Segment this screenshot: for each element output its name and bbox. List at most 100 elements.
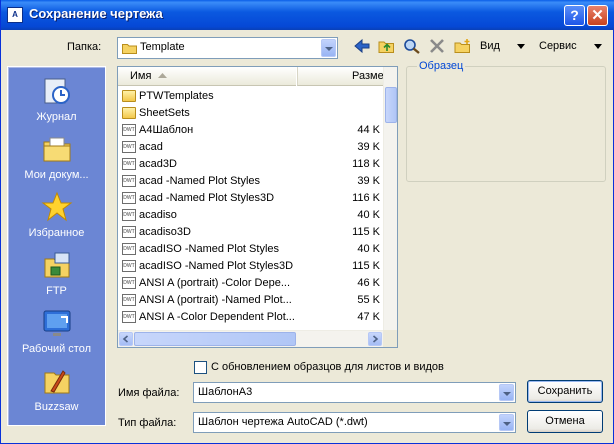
- file-name: acad: [139, 141, 163, 153]
- file-list[interactable]: Имя Разме PTWTemplates SheetSets DWT A4Шабл…: [117, 66, 398, 348]
- file-name: acadISO -Named Plot Styles3D: [139, 260, 294, 272]
- vertical-scrollbar[interactable]: [383, 67, 397, 330]
- file-size: 44 K: [357, 124, 380, 136]
- file-row[interactable]: DWT acad -Named Plot Styles3D 116 K: [118, 190, 383, 207]
- help-button[interactable]: ?: [564, 5, 585, 26]
- dwg-file-icon: DWT: [122, 209, 136, 221]
- delete-icon[interactable]: [427, 38, 447, 56]
- file-size: 40 K: [357, 209, 380, 221]
- place-desktop[interactable]: Рабочий стол: [8, 307, 105, 363]
- new-folder-icon[interactable]: [453, 38, 473, 56]
- file-row[interactable]: DWT acadISO -Named Plot Styles 40 K: [118, 241, 383, 258]
- dwg-file-icon: DWT: [122, 226, 136, 238]
- file-size: 116 K: [352, 192, 380, 204]
- folder-icon: [122, 107, 136, 119]
- file-row[interactable]: DWT A4Шаблон 44 K: [118, 122, 383, 139]
- save-drawing-dialog: A Сохранение чертежа ? ✕ Папка: Template…: [0, 0, 614, 444]
- scroll-right-button[interactable]: [368, 332, 382, 346]
- chevron-right-icon: [372, 335, 379, 343]
- search-web-icon[interactable]: [402, 38, 422, 56]
- dwg-file-icon: DWT: [122, 175, 136, 187]
- horizontal-scrollbar[interactable]: [118, 330, 383, 347]
- filename-chevron-down-icon[interactable]: [499, 384, 514, 401]
- column-header-size[interactable]: Разме: [297, 67, 384, 86]
- horizontal-scroll-thumb[interactable]: [134, 332, 296, 346]
- dwg-file-icon: DWT: [122, 124, 136, 136]
- title-bar[interactable]: A Сохранение чертежа ? ✕: [1, 0, 614, 30]
- desktop-icon: [43, 310, 71, 336]
- file-name: PTWTemplates: [139, 90, 214, 102]
- view-menu[interactable]: Вид: [480, 40, 500, 52]
- file-size: 115 K: [352, 226, 380, 238]
- scrollbar-corner: [383, 330, 397, 347]
- file-row[interactable]: DWT acadiso 40 K: [118, 207, 383, 224]
- file-name: acad -Named Plot Styles3D: [139, 192, 275, 204]
- file-row[interactable]: DWT acad 39 K: [118, 139, 383, 156]
- view-menu-chevron-down-icon[interactable]: [517, 44, 525, 49]
- file-name: acadiso3D: [139, 226, 191, 238]
- folder-combobox[interactable]: Template: [117, 37, 338, 59]
- autocad-drawing-icon: A: [7, 7, 23, 23]
- close-button[interactable]: ✕: [587, 5, 608, 26]
- filename-label: Имя файла:: [118, 387, 180, 399]
- file-size: 46 K: [357, 277, 380, 289]
- folder-icon: [122, 44, 137, 54]
- dwg-file-icon: DWT: [122, 294, 136, 306]
- dwg-file-icon: DWT: [122, 158, 136, 170]
- filetype-combobox[interactable]: Шаблон чертежа AutoCAD (*.dwt): [193, 412, 516, 433]
- update-thumbnails-label[interactable]: С обновлением образцов для листов и видо…: [211, 361, 444, 373]
- place-history[interactable]: Журнал: [8, 75, 105, 131]
- place-favorites[interactable]: Избранное: [8, 191, 105, 247]
- filetype-chevron-down-icon[interactable]: [499, 414, 514, 431]
- favorites-star-icon: [41, 191, 73, 222]
- vertical-scroll-thumb[interactable]: [385, 87, 397, 123]
- service-menu[interactable]: Сервис: [539, 40, 577, 52]
- buzzsaw-icon: [44, 370, 70, 394]
- file-row[interactable]: DWT acad -Named Plot Styles 39 K: [118, 173, 383, 190]
- save-button[interactable]: Сохранить: [527, 380, 603, 403]
- file-row[interactable]: PTWTemplates: [118, 88, 383, 105]
- file-name: acadiso: [139, 209, 177, 221]
- column-header-name[interactable]: Имя: [118, 67, 296, 86]
- place-label: Журнал: [36, 111, 77, 123]
- file-size: 55 K: [357, 294, 380, 306]
- file-row[interactable]: DWT acad3D 118 K: [118, 156, 383, 173]
- place-ftp[interactable]: FTP: [8, 249, 105, 305]
- file-name: acad3D: [139, 158, 177, 170]
- filetype-value: Шаблон чертежа AutoCAD (*.dwt): [198, 416, 368, 428]
- file-row[interactable]: DWT ANSI A -Color Dependent Plot... 47 K: [118, 309, 383, 326]
- dwg-file-icon: DWT: [122, 192, 136, 204]
- filename-value: ШаблонА3: [198, 386, 253, 398]
- chevron-down-icon[interactable]: [321, 39, 336, 57]
- file-size: 39 K: [357, 141, 380, 153]
- file-name: ANSI A -Color Dependent Plot...: [139, 311, 295, 323]
- up-folder-icon[interactable]: [377, 38, 397, 56]
- file-size: 115 K: [352, 260, 380, 272]
- cancel-button[interactable]: Отмена: [527, 410, 603, 433]
- file-name: ANSI A (portrait) -Color Depe...: [139, 277, 290, 289]
- file-row[interactable]: SheetSets: [118, 105, 383, 122]
- dwg-file-icon: DWT: [122, 277, 136, 289]
- file-name: ANSI A (portrait) -Named Plot...: [139, 294, 292, 306]
- back-arrow-icon[interactable]: [352, 38, 372, 56]
- filename-combobox[interactable]: ШаблонА3: [193, 382, 516, 403]
- place-label: Избранное: [28, 227, 85, 239]
- place-label: Рабочий стол: [21, 343, 92, 355]
- file-size: 47 K: [357, 311, 380, 323]
- folder-value: Template: [140, 41, 185, 53]
- folder-icon: [122, 90, 136, 102]
- update-thumbnails-checkbox[interactable]: [194, 361, 207, 374]
- file-row[interactable]: DWT acadiso3D 115 K: [118, 224, 383, 241]
- preview-group: [406, 66, 606, 182]
- column-header-name-label: Имя: [130, 70, 152, 82]
- file-size: 39 K: [357, 175, 380, 187]
- file-row[interactable]: DWT ANSI A (portrait) -Color Depe... 46 K: [118, 275, 383, 292]
- service-menu-chevron-down-icon[interactable]: [594, 44, 602, 49]
- dwg-file-icon: DWT: [122, 311, 136, 323]
- place-my-documents[interactable]: Мои докум...: [8, 133, 105, 189]
- window-title: Сохранение чертежа: [29, 6, 163, 21]
- place-buzzsaw[interactable]: Buzzsaw: [8, 365, 105, 421]
- scroll-left-button[interactable]: [119, 332, 133, 346]
- file-row[interactable]: DWT acadISO -Named Plot Styles3D 115 K: [118, 258, 383, 275]
- file-row[interactable]: DWT ANSI A (portrait) -Named Plot... 55 K: [118, 292, 383, 309]
